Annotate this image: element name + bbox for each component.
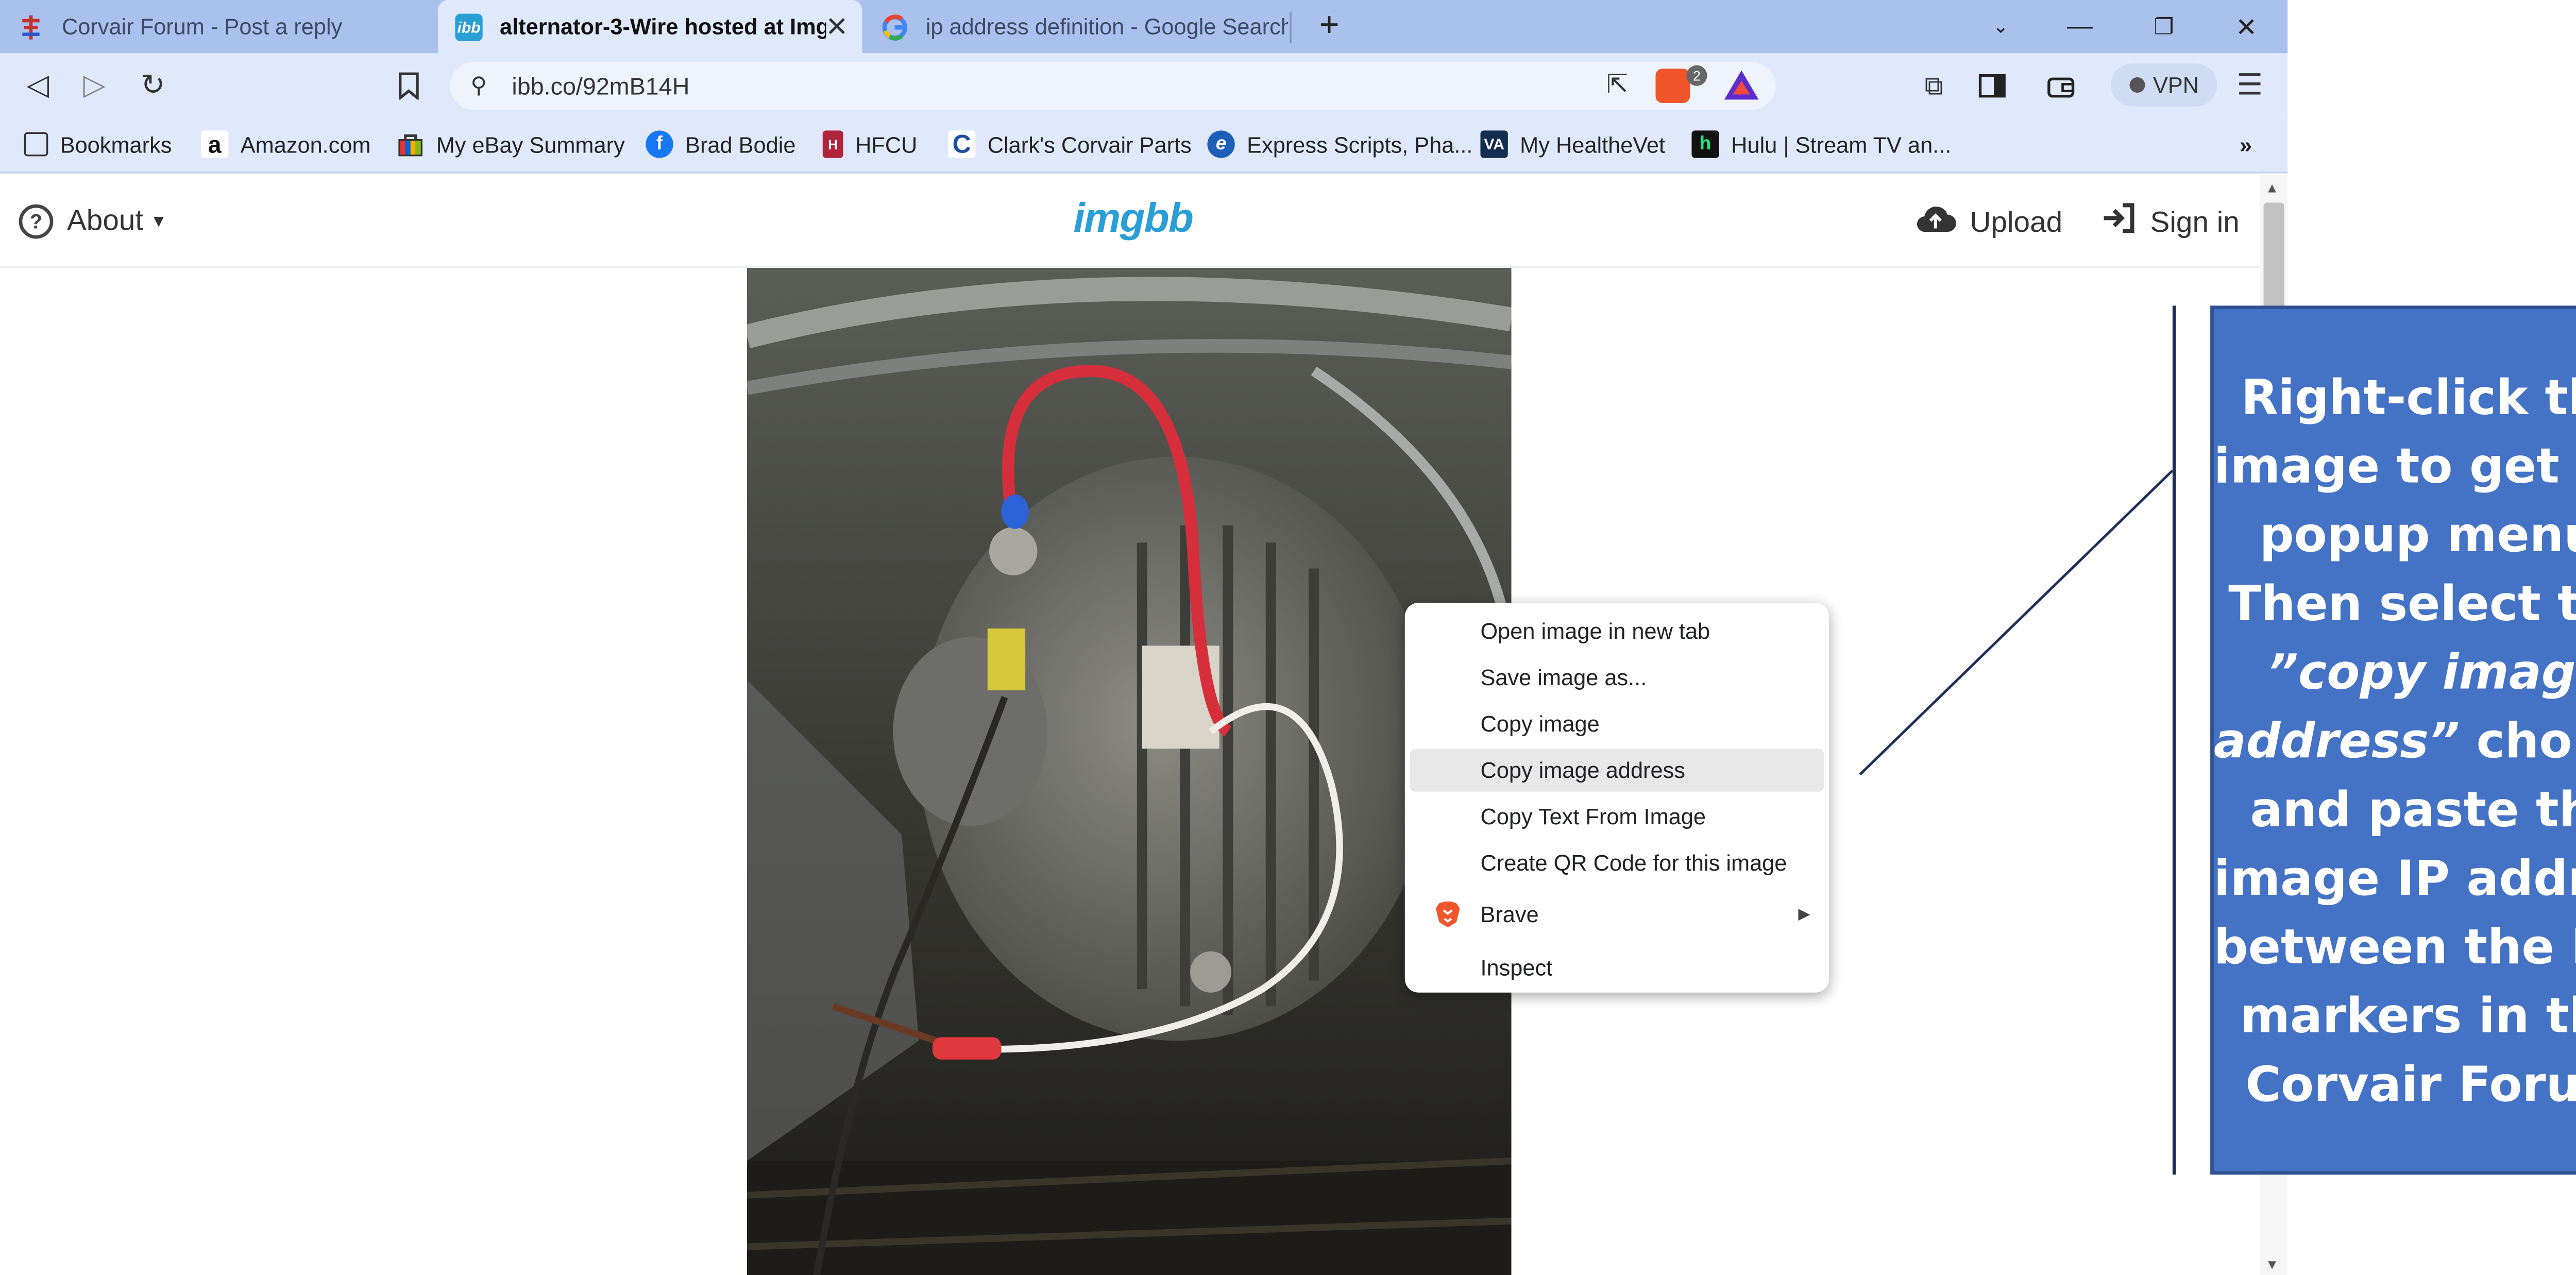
instruction-callout: Right-click the image to get this popup …: [2210, 305, 2576, 1175]
annotation-bracket: [2172, 305, 2176, 1175]
callout-line: address”: [2213, 712, 2460, 770]
callout-line: image IP address: [2213, 850, 2576, 907]
callout-line: Right-click the: [2241, 369, 2576, 426]
callout-line: and paste the: [2250, 781, 2576, 838]
callout-line: between the IMG: [2213, 919, 2576, 976]
callout-line: choice,: [2476, 712, 2576, 770]
annotation-leader-line: [1859, 469, 2174, 776]
callout-line: Then select the: [2228, 575, 2576, 632]
callout-line: popup menu.: [2259, 506, 2576, 564]
callout-line: Corvair Forum: [2245, 1056, 2576, 1113]
callout-line: markers in the: [2240, 987, 2576, 1044]
callout-line: image to get this: [2213, 438, 2576, 495]
callout-line: ”copy image: [2267, 644, 2576, 701]
